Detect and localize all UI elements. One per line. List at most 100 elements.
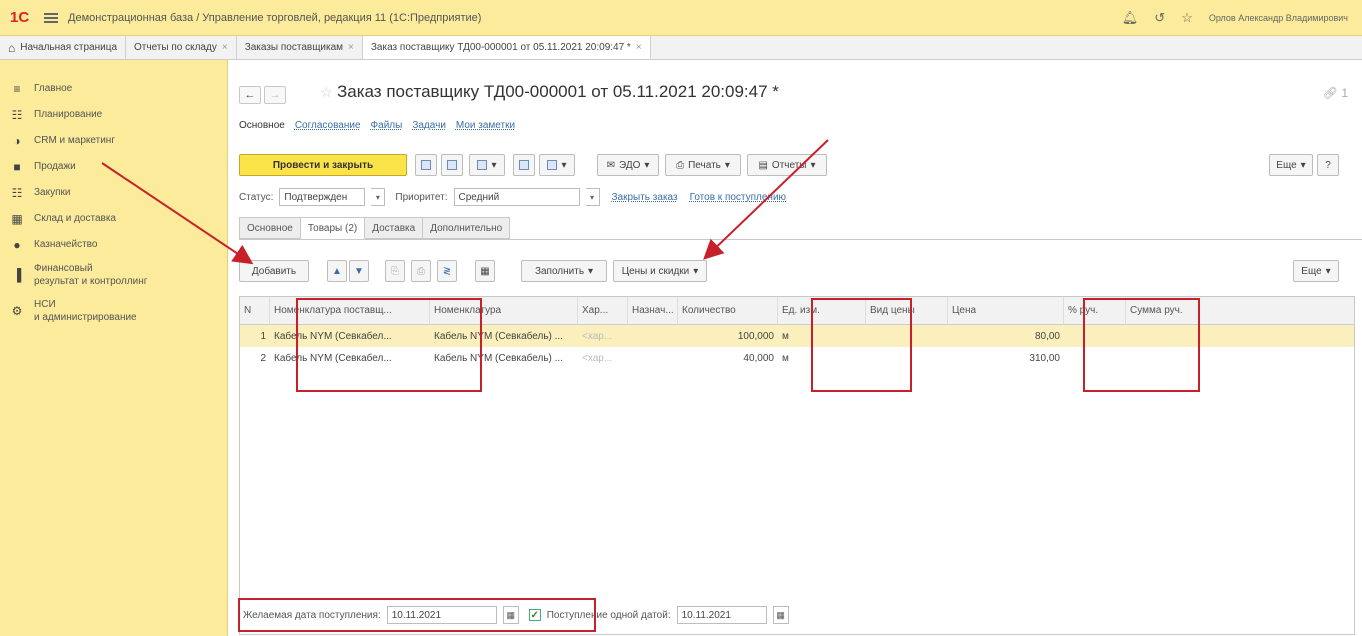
col-header-purpose[interactable]: Назнач...: [628, 297, 678, 325]
copy-rows-button[interactable]: ⎘: [385, 260, 405, 282]
cell-price[interactable]: 310,00: [948, 347, 1064, 369]
history-icon[interactable]: ↺: [1154, 10, 1165, 26]
reports-button[interactable]: ▤ Отчеты ▾: [747, 154, 827, 176]
sidebar-item-crm[interactable]: ◑ CRM и маркетинг: [0, 134, 228, 148]
tab-basic[interactable]: Основное: [239, 217, 301, 239]
table-row[interactable]: 1 Кабель NYM (Севкабел... Кабель NYM (Се…: [240, 325, 1354, 347]
sidebar-item-warehouse[interactable]: ▦ Склад и доставка: [0, 212, 228, 226]
close-order-link[interactable]: Закрыть заказ: [612, 192, 678, 203]
cart-icon: ☷: [11, 186, 23, 200]
save-icon: [421, 160, 431, 170]
print-button[interactable]: ⎙ Печать ▾: [665, 154, 741, 176]
tab-goods[interactable]: Товары (2): [300, 217, 366, 239]
reports-icon: ▤: [758, 159, 768, 171]
tab-main[interactable]: Основное: [239, 120, 285, 131]
create-based-button[interactable]: ▾: [469, 154, 505, 176]
cell-characteristic[interactable]: <хар...: [578, 347, 628, 369]
tab-tasks[interactable]: Задачи: [412, 120, 446, 131]
edo-button[interactable]: ✉ ЭДО ▾: [597, 154, 659, 176]
sidebar-item-planning[interactable]: ☷ Планирование: [0, 108, 228, 122]
move-down-button[interactable]: ▼: [349, 260, 369, 282]
help-button[interactable]: ?: [1317, 154, 1339, 176]
sidebar-item-treasury[interactable]: ● Казначейство: [0, 238, 228, 252]
related-docs-button[interactable]: ▾: [539, 154, 575, 176]
fill-button[interactable]: Заполнить ▾: [521, 260, 607, 282]
col-header-unit[interactable]: Ед. изм.: [778, 297, 866, 325]
col-header-price[interactable]: Цена: [948, 297, 1064, 325]
favorites-star-icon[interactable]: ☆: [1181, 10, 1193, 26]
desired-date-field[interactable]: 10.11.2021: [386, 606, 497, 624]
tab-warehouse-reports[interactable]: Отчеты по складу ×: [126, 36, 237, 59]
tab-current-order[interactable]: Заказ поставщику ТД00-000001 от 05.11.20…: [362, 36, 651, 59]
back-button[interactable]: ←: [239, 86, 261, 104]
split-button[interactable]: ≷: [437, 260, 457, 282]
cell-characteristic[interactable]: <хар...: [578, 325, 628, 347]
cell-item[interactable]: Кабель NYM (Севкабель) ...: [430, 325, 578, 347]
one-date-checkbox[interactable]: ✓: [528, 609, 541, 621]
col-header-manual-percent[interactable]: % руч.: [1064, 297, 1126, 325]
post-button[interactable]: [441, 154, 463, 176]
tab-notes[interactable]: Мои заметки: [456, 120, 515, 131]
tab-files[interactable]: Файлы: [371, 120, 403, 131]
cell-quantity[interactable]: 40,000: [678, 347, 778, 369]
cell-item[interactable]: Кабель NYM (Севкабель) ...: [430, 347, 578, 369]
link-icon[interactable]: 🔗︎ 1: [1323, 86, 1348, 100]
cell-unit[interactable]: м: [778, 347, 866, 369]
tabs-divider: [239, 239, 1362, 240]
current-user[interactable]: Орлов Александр Владимирович: [1209, 13, 1348, 23]
paste-rows-button[interactable]: ⎙: [411, 260, 431, 282]
cell-n: 1: [260, 330, 266, 342]
edo-icon: ✉: [606, 159, 615, 171]
col-header-item[interactable]: Номенклатура: [430, 297, 578, 325]
cell-price[interactable]: 80,00: [948, 325, 1064, 347]
add-button[interactable]: Добавить: [239, 260, 309, 282]
main-menu-icon[interactable]: [44, 12, 58, 23]
close-icon[interactable]: ×: [222, 42, 228, 53]
move-up-button[interactable]: ▲: [327, 260, 347, 282]
col-header-characteristic[interactable]: Хар...: [578, 297, 628, 325]
page-title: Заказ поставщику ТД00-000001 от 05.11.20…: [337, 82, 779, 101]
priority-field[interactable]: Средний: [453, 188, 580, 206]
forward-button[interactable]: →: [264, 86, 286, 104]
col-header-supplier-item[interactable]: Номенклатура поставщ...: [270, 297, 430, 325]
close-icon[interactable]: ×: [348, 42, 354, 53]
one-date-field[interactable]: 10.11.2021: [676, 606, 767, 624]
tab-label: Начальная страница: [20, 42, 118, 53]
bell-icon[interactable]: 🔔︎: [1122, 10, 1139, 26]
more-button[interactable]: Еще ▾: [1269, 154, 1313, 176]
col-header-n[interactable]: N: [240, 297, 270, 325]
col-header-price-type[interactable]: Вид цены: [866, 297, 948, 325]
close-icon[interactable]: ×: [636, 42, 642, 53]
cell-unit[interactable]: м: [778, 325, 866, 347]
sidebar-item-admin[interactable]: ⚙ НСИ и администрирование: [0, 298, 228, 324]
sidebar-item-main[interactable]: ≡ Главное: [0, 82, 228, 96]
ready-for-receipt-link[interactable]: Готов к поступлению: [690, 192, 786, 203]
sidebar-item-purchases[interactable]: ☷ Закупки: [0, 186, 228, 200]
col-header-quantity[interactable]: Количество: [678, 297, 778, 325]
post-and-close-button[interactable]: Провести и закрыть: [239, 154, 407, 176]
prices-discounts-button[interactable]: Цены и скидки ▾: [613, 260, 707, 282]
tab-home[interactable]: ⌂ Начальная страница: [0, 36, 127, 59]
chevron-down-icon[interactable]: ▾: [585, 188, 600, 206]
chevron-down-icon[interactable]: ▾: [371, 188, 386, 206]
sidebar-item-sales[interactable]: ■ Продажи: [0, 160, 228, 174]
calendar-icon[interactable]: ▦: [772, 606, 789, 624]
table-more-button[interactable]: Еще ▾: [1293, 260, 1339, 282]
tab-additional[interactable]: Дополнительно: [423, 217, 511, 239]
save-button[interactable]: [415, 154, 437, 176]
calendar-icon[interactable]: ▦: [502, 606, 519, 624]
sidebar-item-finance[interactable]: ▐ Финансовый результат и контроллинг: [0, 262, 228, 288]
tab-delivery[interactable]: Доставка: [365, 217, 424, 239]
tab-label: Отчеты по складу: [134, 42, 217, 53]
tab-supplier-orders[interactable]: Заказы поставщикам ×: [237, 36, 363, 59]
table-row[interactable]: 2 Кабель NYM (Севкабел... Кабель NYM (Се…: [240, 347, 1354, 369]
col-header-manual-sum[interactable]: Сумма руч.: [1126, 297, 1354, 325]
status-field[interactable]: Подтвержден: [279, 188, 366, 206]
cell-quantity[interactable]: 100,000: [678, 325, 778, 347]
favorite-star-icon[interactable]: ☆: [320, 84, 333, 101]
pick-goods-button[interactable]: ▦: [475, 260, 495, 282]
cell-supplier-item[interactable]: Кабель NYM (Севкабел...: [270, 325, 430, 347]
cell-supplier-item[interactable]: Кабель NYM (Севкабел...: [270, 347, 430, 369]
tab-approval[interactable]: Согласование: [295, 120, 361, 131]
structure-button[interactable]: [513, 154, 535, 176]
